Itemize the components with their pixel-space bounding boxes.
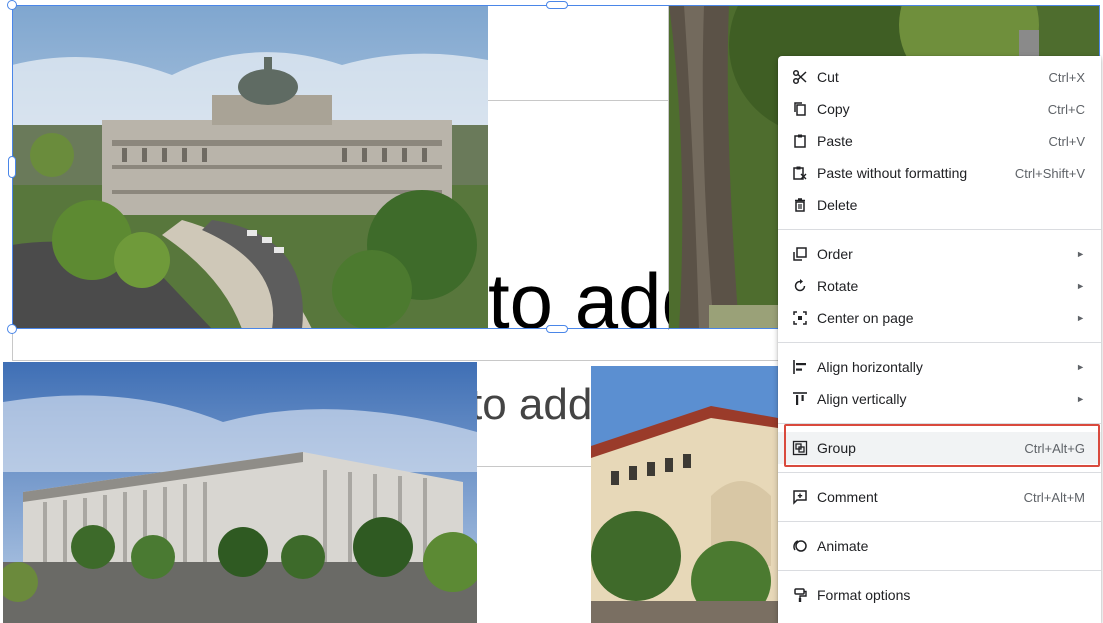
order-icon [791,245,809,263]
menu-item-label: Center on page [817,310,914,326]
menu-separator [778,472,1101,473]
submenu-arrow-icon: ► [1076,362,1085,372]
menu-item-label: Format options [817,587,911,603]
menu-item-center-on-page[interactable]: Center on page ► [778,302,1101,334]
menu-separator [778,342,1101,343]
menu-item-delete[interactable]: Delete [778,189,1101,221]
menu-item-order[interactable]: Order ► [778,238,1101,270]
textbox-border [12,360,778,361]
menu-item-shortcut: Ctrl+Shift+V [1014,165,1085,181]
textbox-border [12,330,13,360]
menu-separator [778,521,1101,522]
menu-item-cut[interactable]: Cut Ctrl+X [778,61,1101,93]
resize-handle-top-left[interactable] [7,0,17,10]
resize-handle-top[interactable] [546,1,568,9]
paste-no-format-icon [791,164,809,182]
textbox-border [477,466,591,467]
resize-handle-bottom-left[interactable] [7,324,17,334]
menu-item-comment[interactable]: Comment Ctrl+Alt+M [778,481,1101,513]
menu-item-label: Rotate [817,278,859,294]
trash-icon [791,196,809,214]
menu-item-animate[interactable]: Animate [778,530,1101,562]
menu-item-shortcut: Ctrl+X [1048,69,1085,85]
photo-madison-building[interactable] [3,362,477,623]
comment-icon [791,488,809,506]
menu-item-label: Align horizontally [817,359,923,375]
menu-item-align-vertically[interactable]: Align vertically ► [778,383,1101,415]
resize-handle-left[interactable] [8,156,16,178]
photo-library-of-congress[interactable] [12,5,488,329]
group-icon [791,439,809,457]
menu-item-group[interactable]: Group Ctrl+Alt+G [778,432,1101,464]
menu-item-label: Align vertically [817,391,907,407]
menu-item-paste[interactable]: Paste Ctrl+V [778,125,1101,157]
photo-ornate-building[interactable] [591,366,778,623]
animate-icon [791,537,809,555]
resize-handle-bottom[interactable] [546,325,568,333]
submenu-arrow-icon: ► [1076,281,1085,291]
copy-icon [791,100,809,118]
menu-item-label: Comment [817,489,878,505]
menu-item-label: Order [817,246,853,262]
paint-roller-icon [791,586,809,604]
align-vertical-icon [791,390,809,408]
menu-item-shortcut: Ctrl+C [1047,101,1085,117]
menu-item-label: Copy [817,101,850,117]
scissors-icon [791,68,809,86]
menu-item-shortcut: Ctrl+Alt+G [1024,440,1085,456]
submenu-arrow-icon: ► [1076,394,1085,404]
menu-item-label: Group [817,440,856,456]
menu-item-label: Paste without formatting [817,165,968,181]
menu-item-paste-without-formatting[interactable]: Paste without formatting Ctrl+Shift+V [778,157,1101,189]
clipboard-icon [791,132,809,150]
menu-item-label: Animate [817,538,869,554]
menu-item-shortcut: Ctrl+Alt+M [1023,489,1085,505]
submenu-arrow-icon: ► [1076,313,1085,323]
rotate-icon [791,277,809,295]
subtitle-placeholder-text[interactable]: to add [470,383,592,427]
menu-item-shortcut: Ctrl+V [1048,133,1085,149]
align-horizontal-icon [791,358,809,376]
center-icon [791,309,809,327]
menu-item-align-horizontally[interactable]: Align horizontally ► [778,351,1101,383]
menu-separator [778,423,1101,424]
menu-item-rotate[interactable]: Rotate ► [778,270,1101,302]
menu-item-label: Cut [817,69,839,85]
menu-item-label: Paste [817,133,853,149]
menu-separator [778,229,1101,230]
submenu-arrow-icon: ► [1076,249,1085,259]
menu-item-label: Delete [817,197,858,213]
menu-separator [778,570,1101,571]
textbox-border [488,100,669,101]
context-menu: Cut Ctrl+X Copy Ctrl+C Paste Ctrl+V Past… [778,56,1101,623]
menu-item-copy[interactable]: Copy Ctrl+C [778,93,1101,125]
menu-item-format-options[interactable]: Format options [778,579,1101,611]
